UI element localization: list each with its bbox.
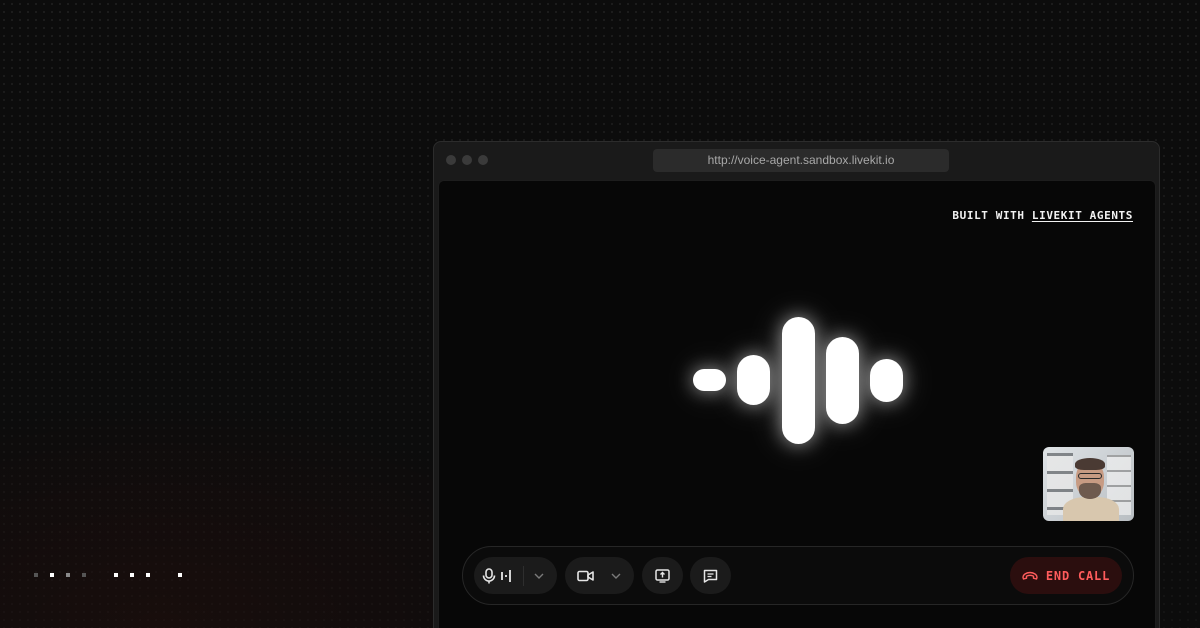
address-bar[interactable]: http://voice-agent.sandbox.livekit.io [653, 149, 949, 172]
chat-button[interactable] [690, 557, 731, 594]
camera-control-group [565, 557, 634, 594]
video-camera-icon [576, 570, 594, 581]
chat-icon [703, 569, 718, 583]
end-call-label: END CALL [1045, 568, 1111, 583]
screen-share-button[interactable] [642, 557, 683, 594]
agent-audio-visualizer [691, 315, 906, 445]
dot [114, 573, 118, 577]
camera-toggle-button[interactable] [565, 570, 605, 582]
pagination-dots [34, 573, 194, 579]
livekit-agents-link[interactable]: LIVEKIT AGENTS [1032, 209, 1133, 222]
person-glasses [1078, 473, 1102, 479]
person-shoulders [1063, 497, 1119, 521]
phone-hangup-icon [1022, 571, 1038, 580]
visualizer-bar [693, 369, 726, 391]
microphone-icon [482, 567, 496, 583]
browser-window: http://voice-agent.sandbox.livekit.io BU… [433, 141, 1160, 628]
dot [146, 573, 150, 577]
app-viewport: BUILT WITH LIVEKIT AGENTS END CALL [438, 180, 1156, 628]
visualizer-bar [826, 337, 859, 424]
dot [130, 573, 134, 577]
call-control-bar: END CALL [462, 546, 1134, 605]
microphone-device-dropdown[interactable] [524, 573, 554, 579]
dot [66, 573, 70, 577]
built-with-prefix: BUILT WITH [952, 209, 1025, 222]
local-camera-preview [1043, 447, 1134, 521]
microphone-toggle-button[interactable] [474, 567, 512, 584]
chevron-down-icon [534, 573, 544, 579]
minimize-window-dot[interactable] [462, 155, 472, 165]
end-call-button[interactable]: END CALL [1010, 557, 1122, 594]
person-hair [1075, 458, 1105, 470]
person-beard [1079, 483, 1101, 499]
window-controls [446, 155, 488, 165]
visualizer-bar [737, 355, 770, 405]
dot [82, 573, 86, 577]
built-with-credit: BUILT WITH LIVEKIT AGENTS [952, 209, 1133, 222]
dot [50, 573, 54, 577]
audio-level-icon [501, 569, 511, 582]
visualizer-bar [870, 359, 903, 402]
visualizer-bar [782, 317, 815, 444]
dot [178, 573, 182, 577]
chevron-down-icon [611, 573, 621, 579]
close-window-dot[interactable] [446, 155, 456, 165]
maximize-window-dot[interactable] [478, 155, 488, 165]
screen-share-icon [655, 568, 670, 583]
dot [34, 573, 38, 577]
microphone-control-group [474, 557, 557, 594]
camera-device-dropdown[interactable] [605, 573, 627, 579]
